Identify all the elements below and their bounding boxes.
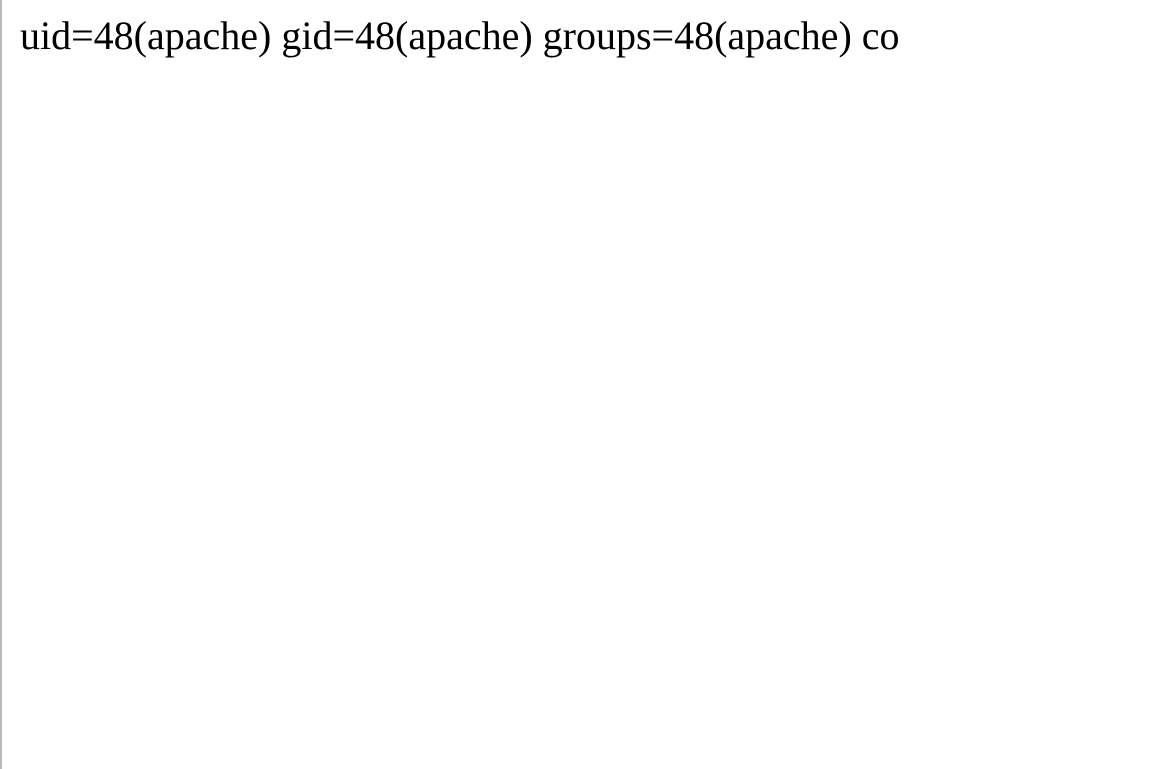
command-output-text: uid=48(apache) gid=48(apache) groups=48(… xyxy=(20,12,1164,60)
content-area: uid=48(apache) gid=48(apache) groups=48(… xyxy=(0,0,1164,769)
